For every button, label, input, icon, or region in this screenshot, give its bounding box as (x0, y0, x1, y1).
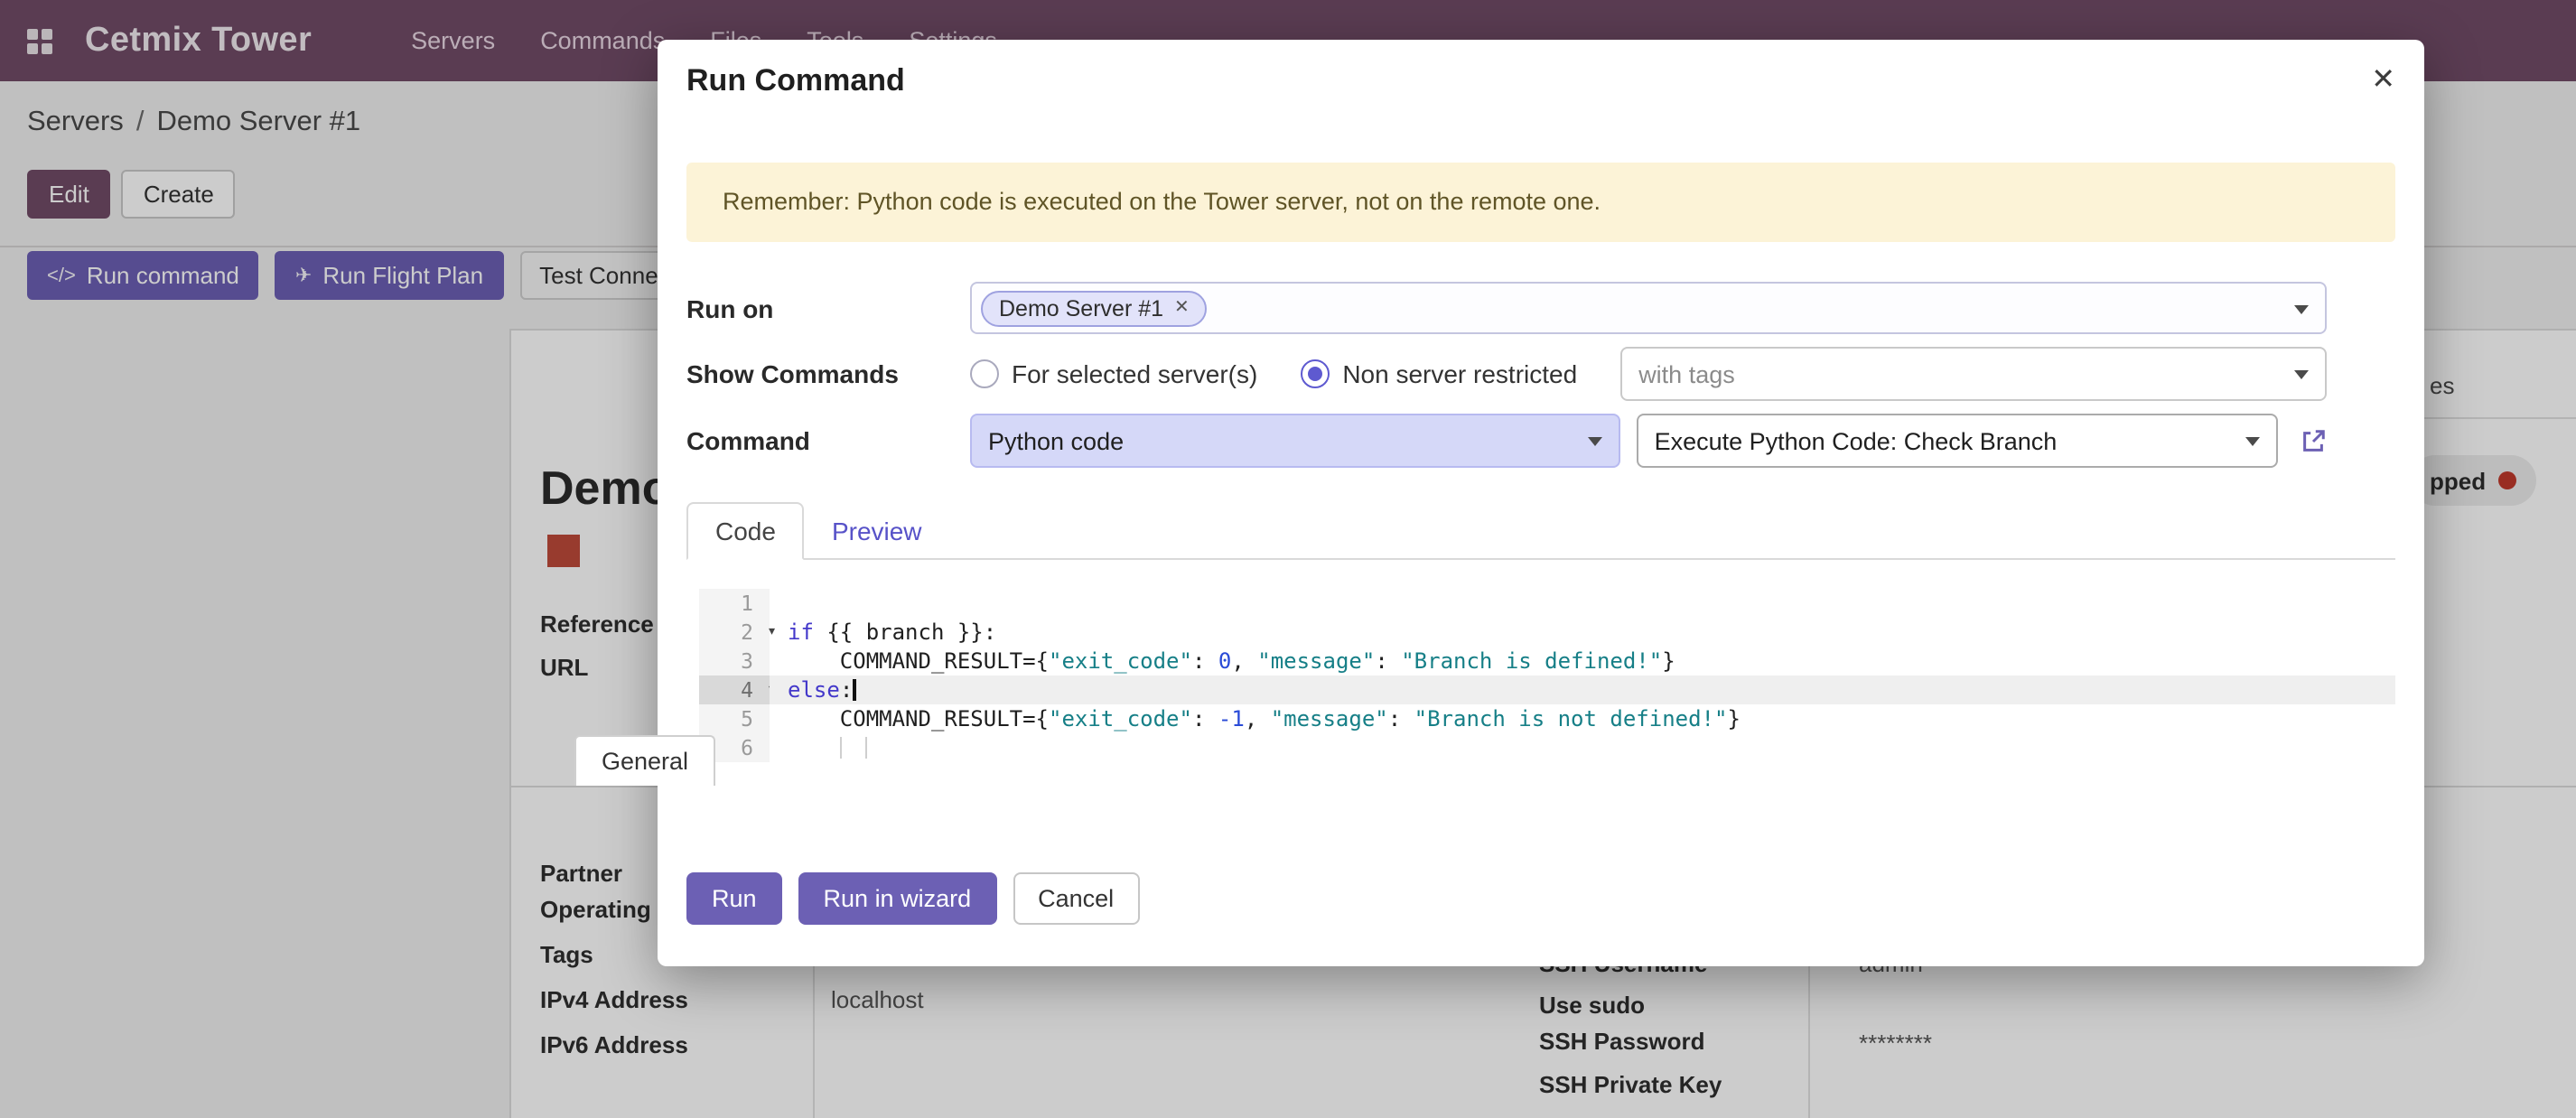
modal-title: Run Command (686, 63, 905, 99)
radio-label: Non server restricted (1342, 359, 1577, 388)
command-label: Command (686, 426, 970, 455)
chevron-down-icon[interactable] (2294, 370, 2309, 379)
run-on-tags-select[interactable]: Demo Server #1 ✕ (970, 282, 2327, 334)
screenshot-stage: Cetmix Tower ServersCommandsFilesToolsSe… (0, 0, 2576, 1118)
show-commands-label: Show Commands (686, 359, 970, 388)
show-commands-radios: For selected server(s) Non server restric… (970, 359, 1620, 388)
tab-preview[interactable]: Preview (805, 504, 949, 558)
code-line (770, 733, 2395, 762)
chevron-down-icon[interactable] (2245, 437, 2260, 446)
cancel-button[interactable]: Cancel (1013, 872, 1139, 925)
command-kind-value: Python code (988, 427, 1124, 454)
tab-general[interactable]: General (574, 735, 715, 786)
run-command-modal: Run Command ✕ Remember: Python code is e… (658, 40, 2424, 966)
code-line: COMMAND_RESULT={"exit_code": -1, "messag… (770, 704, 2395, 733)
run-on-tags: Demo Server #1 ✕ (981, 290, 1208, 326)
tag-remove-icon[interactable]: ✕ (1174, 298, 1190, 318)
run-button[interactable]: Run (686, 872, 782, 925)
editor-line[interactable]: 5 COMMAND_RESULT={"exit_code": -1, "mess… (699, 704, 2395, 733)
line-number: 5 (699, 704, 770, 733)
run-in-wizard-button[interactable]: Run in wizard (798, 872, 997, 925)
modal-header: Run Command ✕ (658, 40, 2424, 123)
external-link-icon[interactable] (2300, 427, 2327, 454)
editor-line[interactable]: 3 COMMAND_RESULT={"exit_code": 0, "messa… (699, 647, 2395, 675)
chevron-down-icon[interactable] (2294, 304, 2309, 313)
code-line (770, 589, 2395, 618)
modal-footer: Run Run in wizard Cancel (686, 872, 1139, 925)
modal-body: Remember: Python code is executed on the… (658, 163, 2424, 762)
chevron-down-icon[interactable] (1588, 437, 1602, 446)
radio-button-icon[interactable] (1301, 359, 1330, 388)
text-cursor (853, 679, 856, 701)
code-line: COMMAND_RESULT={"exit_code": 0, "message… (770, 647, 2395, 675)
line-number: 4▾ (699, 675, 770, 704)
code-line: else: (770, 675, 2395, 704)
show-commands-row: Show Commands For selected server(s) Non … (686, 347, 2395, 401)
command-select[interactable]: Execute Python Code: Check Branch (1637, 414, 2278, 468)
editor-line[interactable]: 4▾else: (699, 675, 2395, 704)
indent-guide (840, 737, 842, 759)
radio-non-server-restricted[interactable]: Non server restricted (1301, 359, 1577, 388)
server-tag[interactable]: Demo Server #1 ✕ (981, 290, 1208, 326)
python-warning-banner: Remember: Python code is executed on the… (686, 163, 2395, 242)
code-editor[interactable]: 12▾if {{ branch }}:3 COMMAND_RESULT={"ex… (699, 589, 2395, 762)
screen: Cetmix Tower ServersCommandsFilesToolsSe… (0, 0, 2576, 1118)
indent-guide (865, 737, 867, 759)
command-value: Execute Python Code: Check Branch (1655, 427, 2058, 454)
run-on-row: Run on Demo Server #1 ✕ (686, 282, 2395, 334)
radio-for-selected-server-s-[interactable]: For selected server(s) (970, 359, 1257, 388)
tab-code[interactable]: Code (686, 502, 805, 560)
editor-line[interactable]: 6 (699, 733, 2395, 762)
form-rows: Run on Demo Server #1 ✕ Show Commands For… (686, 282, 2395, 468)
editor-line[interactable]: 1 (699, 589, 2395, 618)
with-tags-select[interactable]: with tags (1620, 347, 2327, 401)
command-row: Command Python code Execute Python Code:… (686, 414, 2395, 468)
code-line: if {{ branch }}: (770, 618, 2395, 647)
editor-line[interactable]: 2▾if {{ branch }}: (699, 618, 2395, 647)
server-tag-label: Demo Server #1 (999, 295, 1163, 321)
with-tags-placeholder: with tags (1638, 360, 1735, 387)
code-editor-lines: 12▾if {{ branch }}:3 COMMAND_RESULT={"ex… (699, 589, 2395, 762)
command-kind-select[interactable]: Python code (970, 414, 1620, 468)
modal-tabs: Code Preview (686, 502, 2395, 560)
radio-button-icon[interactable] (970, 359, 999, 388)
line-number: 2▾ (699, 618, 770, 647)
radio-label: For selected server(s) (1012, 359, 1257, 388)
line-number: 3 (699, 647, 770, 675)
run-on-label: Run on (686, 293, 970, 322)
close-icon[interactable]: ✕ (2371, 67, 2395, 96)
line-number: 1 (699, 589, 770, 618)
